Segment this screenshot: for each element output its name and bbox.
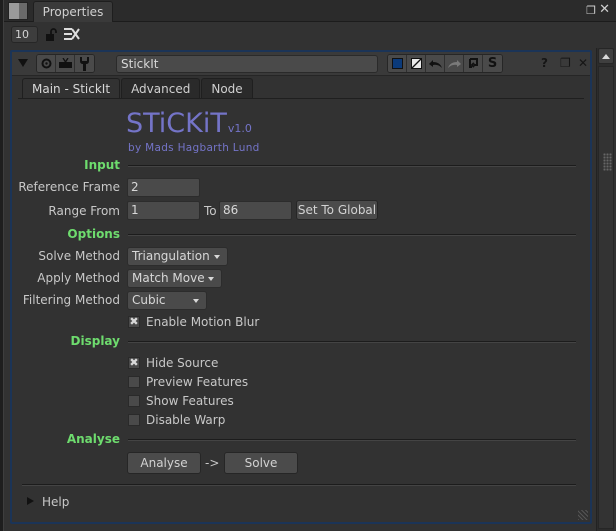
section-analyse-divider bbox=[128, 439, 576, 441]
enable-motion-blur-checkbox[interactable]: ✖ bbox=[128, 316, 140, 328]
viewer-node-icon bbox=[41, 58, 51, 69]
lock-icon[interactable] bbox=[45, 28, 57, 41]
disable-warp-row[interactable]: Disable Warp bbox=[128, 412, 225, 428]
tv-button[interactable] bbox=[56, 55, 75, 72]
section-display-label: Display bbox=[70, 334, 120, 348]
clear-panels-icon[interactable] bbox=[64, 27, 80, 41]
undo-button[interactable] bbox=[426, 55, 445, 72]
logo-author: by Mads Hagbarth Lund bbox=[128, 142, 260, 154]
section-analyse-label: Analyse bbox=[66, 432, 120, 446]
gl-color-icon bbox=[410, 58, 422, 69]
range-to-input[interactable]: 86 bbox=[219, 201, 292, 220]
redo-icon bbox=[447, 60, 461, 68]
float-window-icon[interactable]: ❐ bbox=[586, 4, 596, 17]
help-expand-icon[interactable] bbox=[27, 497, 34, 505]
tab-advanced[interactable]: Advanced bbox=[121, 78, 201, 98]
section-options-label: Options bbox=[67, 227, 120, 241]
solve-button[interactable]: Solve bbox=[224, 452, 298, 474]
range-from-input[interactable]: 1 bbox=[127, 201, 200, 220]
pane-tab-strip: Properties ❐ ✕ bbox=[4, 0, 616, 22]
node-properties-panel: StickIt S ? ❐ ✕ Main - StickIt Advanced … bbox=[10, 50, 592, 524]
show-features-row[interactable]: Show Features bbox=[128, 393, 234, 409]
max-panels-input[interactable]: 10 bbox=[11, 26, 38, 43]
solve-method-dropdown[interactable]: Triangulation bbox=[127, 247, 228, 266]
filtering-method-label: Filtering Method bbox=[22, 293, 120, 307]
left-edge bbox=[0, 0, 4, 531]
section-display-divider bbox=[128, 341, 576, 343]
presets-icon: S bbox=[487, 56, 498, 71]
resize-grip-icon[interactable] bbox=[578, 510, 588, 520]
collapse-triangle-icon[interactable] bbox=[18, 59, 28, 67]
section-input-divider bbox=[128, 165, 576, 167]
tab-main-stickit[interactable]: Main - StickIt bbox=[22, 78, 121, 99]
chevron-down-icon bbox=[193, 299, 199, 303]
show-features-checkbox[interactable] bbox=[128, 395, 140, 407]
preview-features-row[interactable]: Preview Features bbox=[128, 374, 248, 390]
solve-method-label: Solve Method bbox=[38, 249, 120, 263]
close-icon[interactable]: ✕ bbox=[599, 2, 610, 17]
stickit-logo: STiCKiTv1.0 bbox=[126, 108, 252, 139]
presets-button[interactable]: S bbox=[483, 55, 502, 72]
properties-toolbar: 10 bbox=[4, 23, 616, 47]
disable-warp-label: Disable Warp bbox=[146, 413, 226, 427]
preview-features-checkbox[interactable] bbox=[128, 376, 140, 388]
filtering-method-value: Cubic bbox=[132, 293, 166, 307]
range-from-label: Range From bbox=[48, 204, 120, 218]
redo-button[interactable] bbox=[445, 55, 464, 72]
apply-method-label: Apply Method bbox=[37, 271, 120, 285]
wrench-button[interactable] bbox=[75, 55, 94, 72]
logo-version: v1.0 bbox=[227, 122, 252, 135]
node-color-swatch bbox=[391, 58, 403, 69]
revert-button[interactable] bbox=[464, 55, 483, 72]
apply-method-dropdown[interactable]: Match Move bbox=[127, 269, 222, 288]
wrench-icon bbox=[80, 56, 89, 71]
chevron-down-icon bbox=[208, 277, 214, 281]
preview-features-label: Preview Features bbox=[146, 375, 249, 389]
help-divider bbox=[22, 484, 576, 486]
enable-motion-blur-label: Enable Motion Blur bbox=[146, 315, 260, 329]
analyse-arrow: -> bbox=[205, 456, 220, 470]
node-color-button[interactable] bbox=[388, 55, 407, 72]
apply-method-value: Match Move bbox=[132, 271, 205, 285]
undo-icon bbox=[428, 60, 442, 68]
enable-motion-blur-row[interactable]: ✖ Enable Motion Blur bbox=[128, 314, 259, 330]
help-icon[interactable]: ? bbox=[541, 56, 548, 70]
hide-source-checkbox[interactable]: ✖ bbox=[128, 357, 140, 369]
set-to-global-button[interactable]: Set To Global bbox=[296, 200, 378, 220]
disable-warp-checkbox[interactable] bbox=[128, 414, 140, 426]
viewer-node-button[interactable] bbox=[37, 55, 56, 72]
hide-source-row[interactable]: ✖ Hide Source bbox=[128, 355, 218, 371]
scroll-grip-icon[interactable] bbox=[603, 153, 612, 171]
gl-color-button[interactable] bbox=[407, 55, 426, 72]
hide-source-label: Hide Source bbox=[146, 356, 219, 370]
node-name-field[interactable]: StickIt bbox=[116, 55, 378, 73]
logo-title: STiCKiT bbox=[126, 108, 227, 139]
node-header-right-buttons: S bbox=[387, 54, 503, 73]
node-header-left-buttons bbox=[36, 54, 95, 73]
node-header: StickIt S ? ❐ ✕ bbox=[12, 52, 590, 76]
reference-frame-label: Reference Frame bbox=[18, 180, 120, 194]
tab-properties[interactable]: Properties bbox=[33, 1, 113, 22]
analyse-button[interactable]: Analyse bbox=[127, 452, 201, 474]
filtering-method-dropdown[interactable]: Cubic bbox=[127, 291, 207, 310]
help-toggle[interactable]: Help bbox=[42, 495, 69, 509]
tv-icon bbox=[58, 58, 72, 68]
chevron-down-icon bbox=[214, 255, 220, 259]
scroll-track[interactable] bbox=[598, 66, 614, 529]
solve-method-value: Triangulation bbox=[132, 249, 210, 263]
revert-icon bbox=[468, 57, 478, 68]
scrollbar[interactable] bbox=[596, 48, 614, 531]
range-to-label: To bbox=[204, 204, 217, 218]
close-icon[interactable]: ✕ bbox=[578, 56, 588, 70]
show-features-label: Show Features bbox=[146, 394, 234, 408]
node-tabs: Main - StickIt Advanced Node bbox=[22, 78, 254, 99]
scroll-up-arrow-icon[interactable] bbox=[598, 48, 614, 64]
pane-menu-icon[interactable] bbox=[8, 2, 28, 20]
reference-frame-input[interactable]: 2 bbox=[127, 178, 200, 197]
float-icon[interactable]: ❐ bbox=[560, 56, 571, 70]
tab-node[interactable]: Node bbox=[201, 78, 253, 98]
section-options-divider bbox=[128, 234, 576, 236]
section-input-label: Input bbox=[84, 158, 120, 172]
